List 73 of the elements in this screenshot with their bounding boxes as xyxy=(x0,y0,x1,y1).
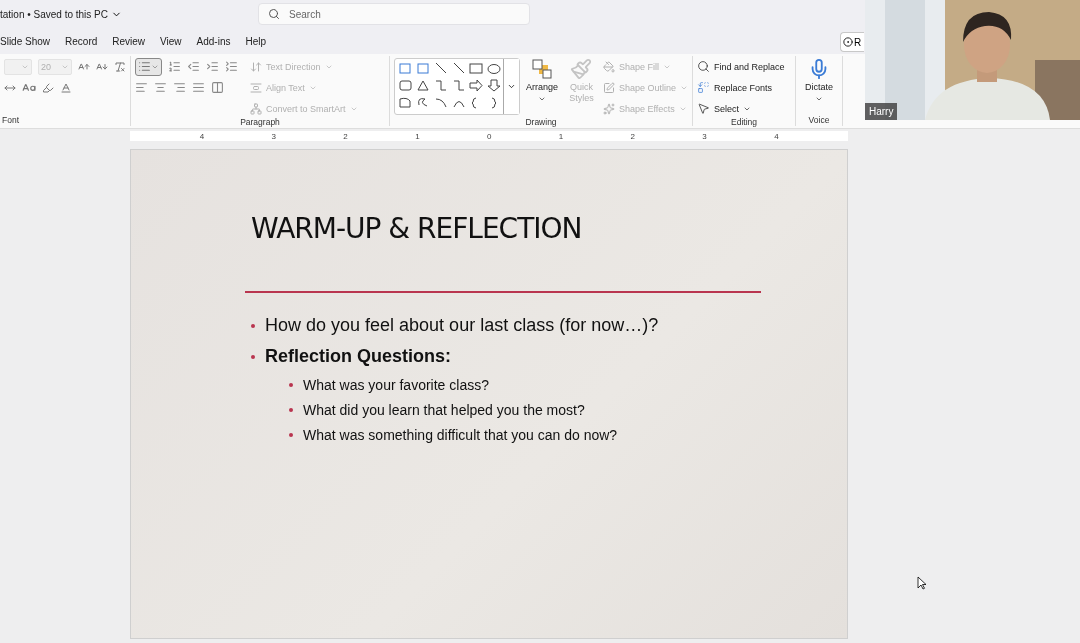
ruler-number: 1 xyxy=(558,131,564,141)
ruler-number: 1 xyxy=(415,131,420,141)
ribbon-tab[interactable]: Slide Show xyxy=(0,35,51,47)
group-label: Editing xyxy=(731,117,757,128)
cursor-icon xyxy=(917,576,927,590)
ruler-number: 4 xyxy=(774,131,779,141)
ruler-number: 2 xyxy=(343,131,348,141)
paint-bucket-icon xyxy=(602,60,615,73)
sparkles-icon xyxy=(602,102,615,115)
ruler-number: 0 xyxy=(486,131,492,141)
justify-icon[interactable] xyxy=(192,81,205,94)
ribbon-tab[interactable]: Add-ins xyxy=(196,35,231,47)
ribbon-tab[interactable]: Help xyxy=(245,35,267,47)
bullet-text: How do you feel about our last class (for now…)? xyxy=(265,315,659,336)
group-label: Paragraph xyxy=(240,117,280,128)
search-icon xyxy=(268,8,280,20)
toolbar-button[interactable]: R xyxy=(840,32,864,52)
line-spacing-icon[interactable] xyxy=(225,60,238,73)
columns-icon[interactable] xyxy=(211,81,224,94)
editing-command[interactable]: Select xyxy=(697,100,785,117)
bullet-icon xyxy=(289,383,293,387)
ruler-number: 2 xyxy=(630,131,635,141)
replace-icon xyxy=(697,81,710,94)
ribbon-tab[interactable]: Record xyxy=(65,35,98,47)
search-field[interactable]: Search xyxy=(258,3,530,25)
bullet-text: What was your favorite class? xyxy=(303,377,489,393)
ribbon-tab[interactable]: View xyxy=(160,35,182,47)
text-direction-icon xyxy=(250,60,262,73)
indent-icon[interactable] xyxy=(206,60,219,73)
list-icon xyxy=(138,60,151,73)
gallery-more-button[interactable] xyxy=(503,59,519,114)
editing-command[interactable]: Replace Fonts xyxy=(697,79,785,96)
slide-title: WARM-UP & REFLECTION xyxy=(251,212,583,245)
record-icon xyxy=(843,37,853,47)
group-label: Drawing xyxy=(525,117,557,128)
highlighter-icon[interactable] xyxy=(42,81,54,94)
arrange-icon xyxy=(531,58,553,80)
bullet-text: Reflection Questions: xyxy=(265,346,452,367)
dictate-button[interactable]: Dictate xyxy=(800,58,838,115)
bullet-text: What was something difficult that you can do now? xyxy=(303,427,618,443)
arrange-button[interactable]: Arrange xyxy=(524,58,561,117)
align-left-icon[interactable] xyxy=(135,81,148,94)
align-center-icon[interactable] xyxy=(154,81,167,94)
participant-name: Harry xyxy=(865,103,898,120)
editing-command[interactable]: Find and Replace xyxy=(697,58,785,75)
grow-font-icon[interactable] xyxy=(78,60,90,73)
outdent-icon[interactable] xyxy=(187,60,200,73)
brush-icon xyxy=(570,58,593,80)
font-color-icon[interactable] xyxy=(60,81,72,94)
align-text-icon xyxy=(250,81,262,94)
bullet-icon xyxy=(289,433,293,437)
ruler-number: 3 xyxy=(271,131,276,141)
ruler-number: 3 xyxy=(702,131,707,141)
smartart-icon xyxy=(250,102,262,115)
align-right-icon[interactable] xyxy=(173,81,186,94)
bullet-icon xyxy=(251,354,255,359)
chevron-icon xyxy=(507,82,516,91)
font-name-field[interactable] xyxy=(4,58,32,75)
clear-format-icon[interactable] xyxy=(114,60,126,73)
ribbon-tab[interactable]: Review xyxy=(112,35,146,47)
bullet-icon xyxy=(251,323,255,328)
pointer-icon xyxy=(697,102,710,115)
bullet-text: What did you learn that helped you the most? xyxy=(303,402,585,418)
document-title[interactable]: tation • Saved to this PC xyxy=(0,8,108,20)
ruler-number: 4 xyxy=(199,131,205,141)
pen-icon xyxy=(602,81,615,94)
search-icon xyxy=(697,60,710,73)
shrink-font-icon[interactable] xyxy=(96,60,108,73)
group-label: Font xyxy=(1,115,19,126)
bullets-button[interactable] xyxy=(135,57,162,76)
group-label: Voice xyxy=(808,115,830,126)
bullet-icon xyxy=(289,408,293,412)
numbering-icon[interactable] xyxy=(168,60,181,73)
